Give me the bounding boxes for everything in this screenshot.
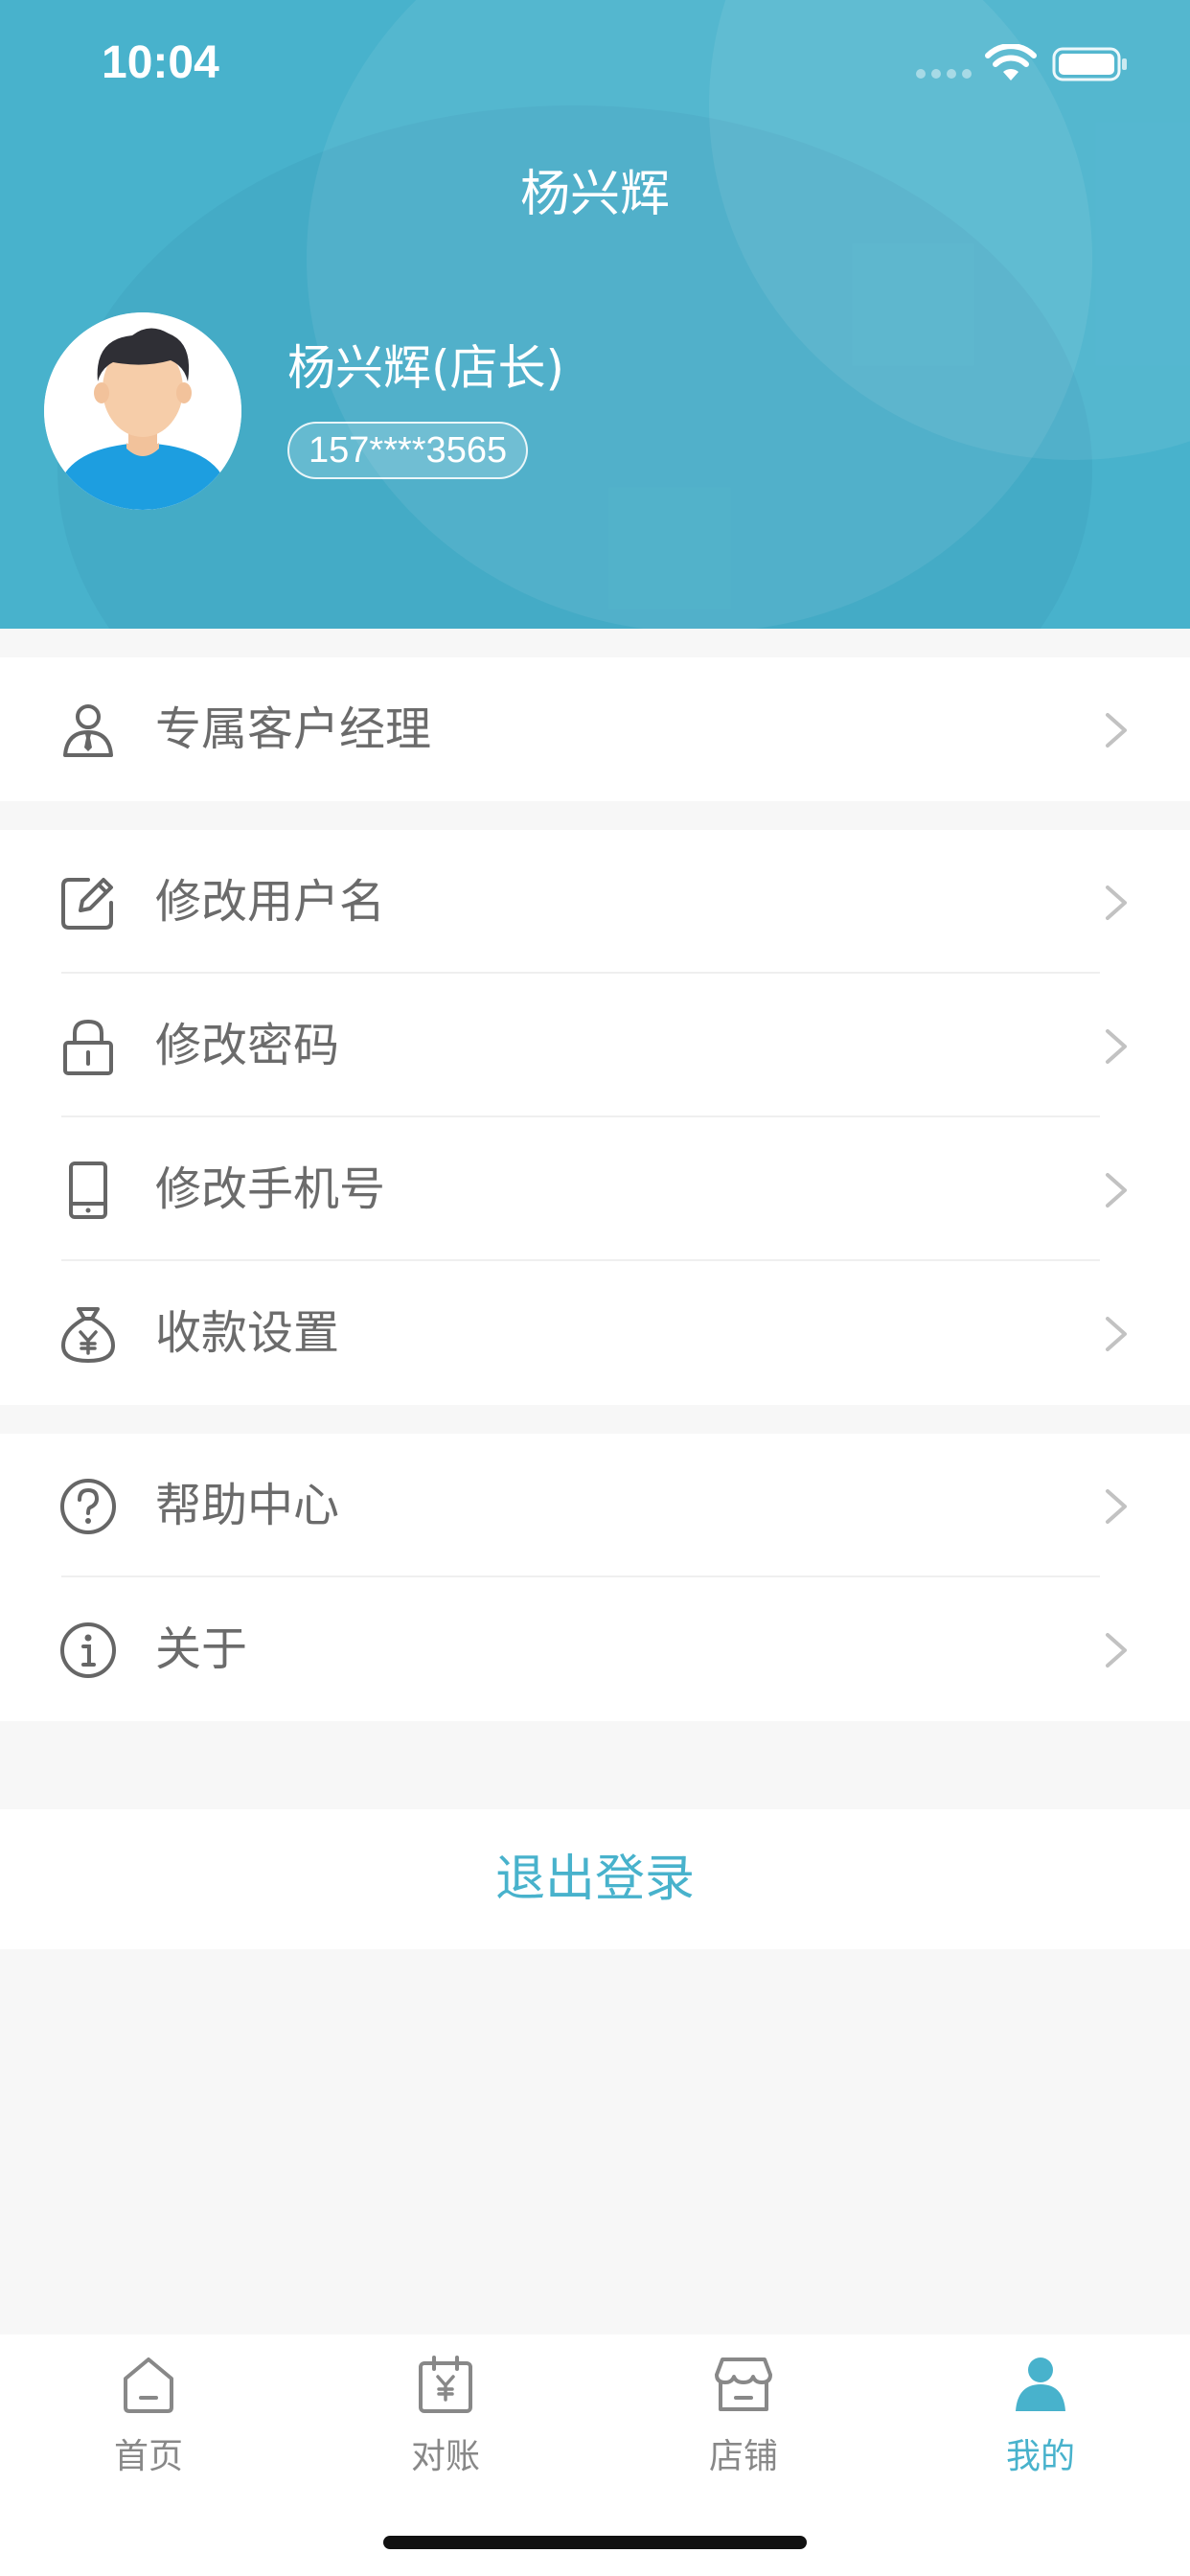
- info-icon: [60, 1622, 116, 1678]
- menu-item-label: 收款设置: [155, 1306, 340, 1360]
- menu-item-label: 关于: [155, 1622, 248, 1676]
- tab-label: 我的: [1005, 2437, 1075, 2476]
- menu-item-label: 修改密码: [155, 1019, 340, 1072]
- menu-item-about[interactable]: 关于: [0, 1577, 1190, 1721]
- logout-button[interactable]: 退出登录: [0, 1809, 1190, 1949]
- tab-store[interactable]: 店铺: [648, 2354, 839, 2497]
- page-title: 杨兴辉: [519, 166, 670, 223]
- menu-item-help-center[interactable]: 帮助中心: [0, 1434, 1190, 1577]
- menu-item-label: 修改用户名: [155, 875, 386, 929]
- menu-item-label: 帮助中心: [155, 1479, 340, 1532]
- menu-item-account-manager[interactable]: 专属客户经理: [0, 657, 1190, 801]
- chevron-right-icon: [1106, 1633, 1127, 1668]
- phone-badge: 157****3565: [287, 422, 529, 479]
- phone-icon: [69, 1162, 107, 1219]
- user-name: 杨兴辉(店长): [287, 340, 565, 396]
- tab-label: 对账: [410, 2437, 480, 2476]
- status-time: 10:04: [102, 37, 219, 88]
- menu-group-manager: 专属客户经理: [0, 657, 1190, 801]
- battery-icon: [1052, 47, 1127, 81]
- signal-icon: [916, 69, 972, 79]
- menu-group-support: 帮助中心 关于: [0, 1434, 1190, 1721]
- tab-reconcile[interactable]: 对账: [350, 2354, 541, 2497]
- wifi-icon: [985, 44, 1037, 80]
- menu-item-edit-username[interactable]: 修改用户名: [0, 830, 1190, 974]
- menu-item-label: 修改手机号: [155, 1162, 386, 1216]
- home-icon: [124, 2358, 173, 2413]
- chevron-right-icon: [1106, 713, 1127, 748]
- person-icon: [1016, 2358, 1065, 2411]
- store-icon: [715, 2358, 772, 2411]
- home-indicator: [383, 2536, 807, 2549]
- chevron-right-icon: [1106, 1489, 1127, 1524]
- help-icon: [60, 1479, 116, 1534]
- person-tie-icon: [63, 704, 113, 757]
- calendar-yen-icon: [419, 2356, 472, 2413]
- edit-icon: [61, 878, 113, 930]
- money-bag-icon: [60, 1307, 116, 1364]
- menu-group-account: 修改用户名 修改密码 修改手机号 收款设置: [0, 830, 1190, 1405]
- menu-item-change-password[interactable]: 修改密码: [0, 974, 1190, 1117]
- chevron-right-icon: [1106, 1029, 1127, 1064]
- tab-home[interactable]: 首页: [53, 2354, 244, 2497]
- chevron-right-icon: [1106, 1173, 1127, 1208]
- chevron-right-icon: [1106, 1317, 1127, 1351]
- menu-item-label: 专属客户经理: [155, 702, 432, 756]
- tab-label: 首页: [113, 2437, 183, 2476]
- menu-item-change-phone[interactable]: 修改手机号: [0, 1117, 1190, 1261]
- chevron-right-icon: [1106, 886, 1127, 920]
- tab-label: 店铺: [708, 2437, 778, 2476]
- menu-item-payment-settings[interactable]: 收款设置: [0, 1261, 1190, 1405]
- tab-mine[interactable]: 我的: [945, 2354, 1136, 2497]
- profile-header: 10:04 杨兴辉 杨兴辉(店长) 157****3565: [0, 0, 1190, 629]
- lock-icon: [63, 1019, 113, 1075]
- avatar-illustration: [44, 312, 241, 510]
- avatar[interactable]: [44, 312, 241, 510]
